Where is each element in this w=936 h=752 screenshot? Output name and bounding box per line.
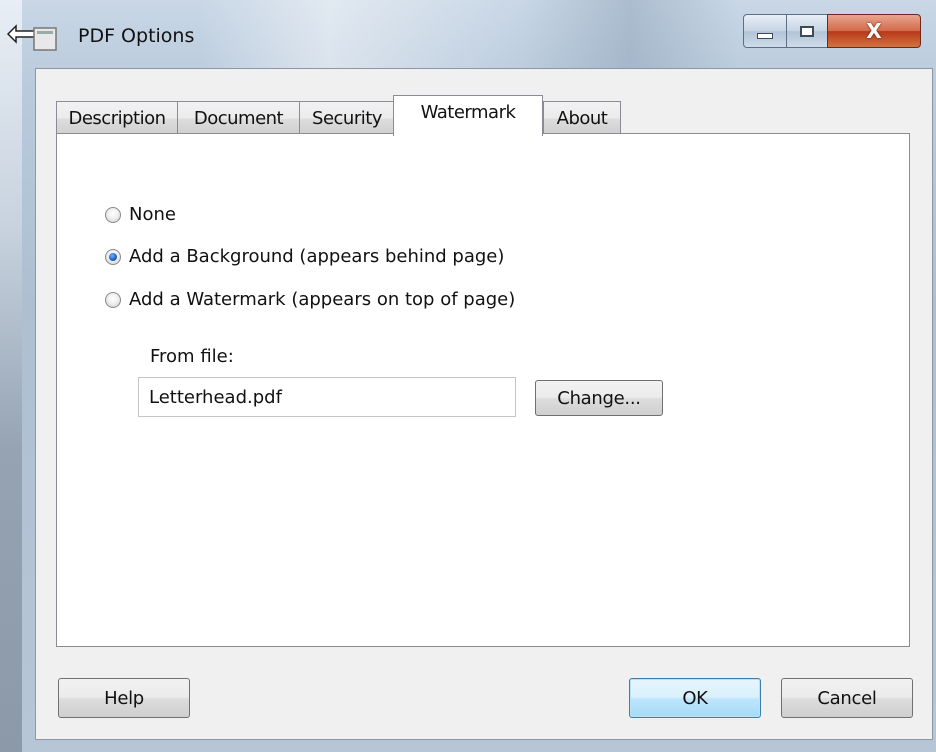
help-button[interactable]: Help	[58, 678, 190, 718]
frame-glass-highlight	[200, 0, 520, 70]
minimize-icon	[757, 33, 773, 39]
option-none[interactable]: None	[105, 204, 176, 225]
dialog-client-area: Description Document Security Watermark …	[35, 68, 933, 740]
option-label: None	[129, 204, 176, 225]
resize-cursor-icon	[6, 22, 62, 56]
cancel-button[interactable]: Cancel	[781, 678, 913, 718]
maximize-icon	[800, 25, 814, 37]
window-title: PDF Options	[78, 25, 195, 47]
from-file-label: From file:	[150, 346, 234, 367]
radio-none[interactable]	[105, 206, 121, 223]
close-button[interactable]: X	[827, 14, 921, 48]
tab-label: Security	[312, 108, 382, 129]
tab-label: Document	[193, 108, 284, 129]
option-label: Add a Background (appears behind page)	[129, 246, 505, 267]
option-add-background[interactable]: Add a Background (appears behind page)	[105, 246, 504, 267]
change-file-button[interactable]: Change...	[535, 380, 663, 416]
option-label: Add a Watermark (appears on top of page)	[129, 289, 516, 310]
minimize-button[interactable]	[743, 14, 787, 48]
tab-label: Watermark	[420, 102, 516, 123]
caption-buttons: X	[733, 14, 925, 50]
file-path-field[interactable]	[138, 377, 516, 417]
tab-watermark[interactable]: Watermark	[393, 95, 543, 136]
frame-left-edge	[0, 0, 22, 752]
option-add-watermark[interactable]: Add a Watermark (appears on top of page)	[105, 289, 515, 310]
radio-add-watermark[interactable]	[105, 291, 121, 308]
maximize-button[interactable]	[786, 14, 828, 48]
tab-security[interactable]: Security	[299, 101, 395, 135]
window-frame: PDF Options X Description Document Secur…	[0, 0, 936, 752]
radio-add-background[interactable]	[105, 248, 121, 265]
tab-document[interactable]: Document	[177, 101, 300, 135]
close-icon: X	[866, 19, 882, 43]
tab-label: About	[556, 108, 608, 129]
ok-button[interactable]: OK	[629, 678, 761, 718]
watermark-panel: None Add a Background (appears behind pa…	[56, 133, 910, 647]
frame-glass-shade	[520, 0, 740, 70]
tab-description[interactable]: Description	[56, 101, 178, 135]
tab-label: Description	[68, 108, 166, 129]
tab-about[interactable]: About	[543, 101, 621, 135]
